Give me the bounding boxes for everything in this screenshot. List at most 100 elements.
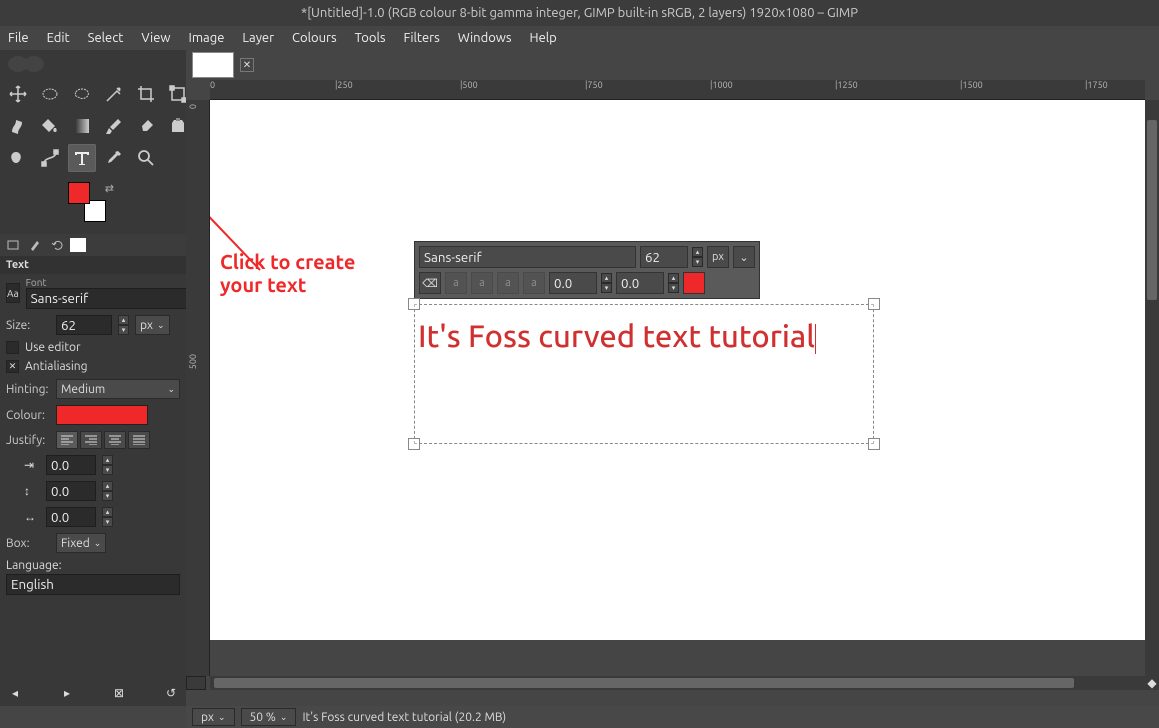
use-editor-checkbox[interactable] xyxy=(6,341,19,354)
restore-preset-icon[interactable]: ▸ xyxy=(58,684,76,702)
device-status-tab[interactable] xyxy=(26,236,44,254)
horizontal-ruler[interactable]: 0|250|500|750|1000|1250|1500|1750 xyxy=(210,80,1145,100)
tt-size-spinner[interactable]: ▴▾ xyxy=(692,247,703,267)
size-unit-dropdown[interactable]: px⌄ xyxy=(135,315,170,335)
menubar: File Edit Select View Image Layer Colours Tools… xyxy=(0,26,1159,50)
antialiasing-checkbox[interactable] xyxy=(6,360,19,373)
tt-clear-icon[interactable]: ⌫ xyxy=(419,272,441,294)
navigation-icon[interactable]: ◆ xyxy=(1145,676,1159,690)
text-box-handle-tr[interactable] xyxy=(868,298,880,310)
menu-view[interactable]: View xyxy=(141,31,170,45)
justify-center[interactable] xyxy=(104,431,126,449)
menu-select[interactable]: Select xyxy=(88,31,124,45)
ellipse-select-tool[interactable] xyxy=(36,80,64,108)
tt-strike-button[interactable]: a xyxy=(523,272,545,294)
menu-colours[interactable]: Colours xyxy=(292,31,337,45)
smudge-tool[interactable] xyxy=(4,144,32,172)
tt-font-input[interactable] xyxy=(419,246,636,268)
tt-baseline-input[interactable] xyxy=(549,272,597,294)
line-spacing-spinner[interactable]: ▴▾ xyxy=(102,481,113,501)
text-box-handle-tl[interactable] xyxy=(408,298,420,310)
canvas[interactable]: ▴▾ px ⌄ ⌫ a a a a ▴▾ ▴▾ xyxy=(210,100,1145,640)
images-tab[interactable] xyxy=(70,238,86,252)
letter-spacing-spinner[interactable]: ▴▾ xyxy=(102,507,113,527)
text-tool[interactable] xyxy=(68,144,96,172)
tt-size-input[interactable] xyxy=(640,246,688,268)
text-box[interactable]: It's Foss curved text tutorial xyxy=(414,304,874,444)
font-icon[interactable]: Aa xyxy=(6,283,20,303)
menu-file[interactable]: File xyxy=(8,31,29,45)
tt-bold-button[interactable]: a xyxy=(445,272,467,294)
box-dropdown[interactable]: Fixed⌄ xyxy=(56,533,106,553)
text-colour-swatch[interactable] xyxy=(56,405,148,425)
vertical-ruler[interactable]: 0500 xyxy=(186,100,210,676)
status-message: It's Foss curved text tutorial (20.2 MB) xyxy=(302,711,506,724)
use-editor-label: Use editor xyxy=(25,341,81,354)
font-input[interactable] xyxy=(26,288,208,309)
tt-underline-button[interactable]: a xyxy=(497,272,519,294)
tt-italic-button[interactable]: a xyxy=(471,272,493,294)
image-tab-thumbnail[interactable] xyxy=(192,52,234,78)
path-tool[interactable] xyxy=(36,144,64,172)
fuzzy-select-tool[interactable] xyxy=(100,80,128,108)
letter-spacing-input[interactable] xyxy=(46,507,96,527)
menu-tools[interactable]: Tools xyxy=(355,31,386,45)
indent-input[interactable] xyxy=(46,455,96,475)
text-on-canvas-toolbar: ▴▾ px ⌄ ⌫ a a a a ▴▾ ▴▾ xyxy=(414,241,760,299)
color-picker-tool[interactable] xyxy=(100,144,128,172)
language-input[interactable] xyxy=(6,574,180,595)
tt-kerning-spinner[interactable]: ▴▾ xyxy=(668,273,679,293)
justify-fill[interactable] xyxy=(128,431,150,449)
menu-windows[interactable]: Windows xyxy=(458,31,512,45)
save-preset-icon[interactable]: ◂ xyxy=(6,684,24,702)
quick-mask-toggle[interactable] xyxy=(186,676,206,690)
swap-colors-icon[interactable]: ⇄ xyxy=(105,182,114,195)
tt-baseline-spinner[interactable]: ▴▾ xyxy=(601,273,612,293)
gradient-tool[interactable] xyxy=(68,112,96,140)
tt-unit[interactable]: px xyxy=(707,246,729,268)
tt-unit-chev[interactable]: ⌄ xyxy=(733,246,755,268)
horizontal-scrollbar[interactable] xyxy=(210,676,1145,690)
tt-colour-swatch[interactable] xyxy=(683,272,705,294)
tool-options-tab[interactable] xyxy=(4,236,22,254)
size-label: Size: xyxy=(6,319,50,332)
zoom-tool[interactable] xyxy=(132,144,160,172)
menu-edit[interactable]: Edit xyxy=(47,31,70,45)
hinting-dropdown[interactable]: Medium⌄ xyxy=(56,379,180,399)
image-tab-close[interactable]: ✕ xyxy=(240,58,254,72)
menu-help[interactable]: Help xyxy=(530,31,557,45)
vertical-scrollbar[interactable] xyxy=(1145,100,1159,676)
toolbox xyxy=(0,78,186,174)
line-spacing-input[interactable] xyxy=(46,481,96,501)
tt-kerning-input[interactable] xyxy=(616,272,664,294)
canvas-area: ✕ 0|250|500|750|1000|1250|1500|1750 0500… xyxy=(186,50,1159,706)
text-box-handle-bl[interactable] xyxy=(408,438,420,450)
free-select-tool[interactable] xyxy=(68,80,96,108)
move-tool[interactable] xyxy=(4,80,32,108)
indent-spinner[interactable]: ▴▾ xyxy=(102,455,113,475)
text-box-handle-br[interactable] xyxy=(868,438,880,450)
justify-left[interactable] xyxy=(56,431,78,449)
size-spinner[interactable]: ▴▾ xyxy=(118,315,129,335)
colour-label: Colour: xyxy=(6,409,50,422)
delete-preset-icon[interactable]: ⊠ xyxy=(110,684,128,702)
crop-tool[interactable] xyxy=(132,80,160,108)
bucket-fill-tool[interactable] xyxy=(36,112,64,140)
warp-tool[interactable] xyxy=(4,112,32,140)
menu-image[interactable]: Image xyxy=(189,31,225,45)
status-zoom-dropdown[interactable]: 50 %⌄ xyxy=(241,708,297,726)
undo-history-tab[interactable] xyxy=(48,236,66,254)
justify-right[interactable] xyxy=(80,431,102,449)
eraser-tool[interactable] xyxy=(132,112,160,140)
paintbrush-tool[interactable] xyxy=(100,112,128,140)
color-area[interactable]: ⇄ xyxy=(68,182,128,228)
viewport[interactable]: ▴▾ px ⌄ ⌫ a a a a ▴▾ ▴▾ xyxy=(210,100,1145,676)
tool-options-footer: ◂ ▸ ⊠ ↺ xyxy=(0,680,186,706)
reset-icon[interactable]: ↺ xyxy=(162,684,180,702)
foreground-color[interactable] xyxy=(68,182,90,204)
menu-filters[interactable]: Filters xyxy=(404,31,440,45)
menu-layer[interactable]: Layer xyxy=(242,31,274,45)
status-unit-dropdown[interactable]: px⌄ xyxy=(192,708,235,726)
size-input[interactable] xyxy=(56,315,112,335)
text-content[interactable]: It's Foss curved text tutorial xyxy=(418,318,816,355)
